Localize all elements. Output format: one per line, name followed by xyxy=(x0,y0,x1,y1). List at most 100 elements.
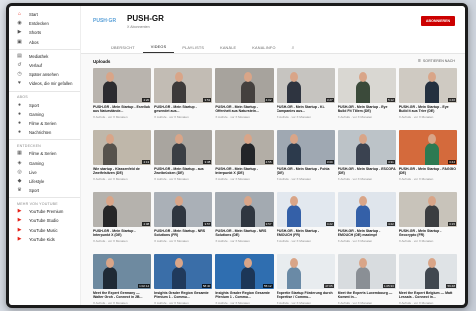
video-card[interactable]: 3:38 PUSH-GR - Mein Startup - aus Zweibrü… xyxy=(154,130,213,190)
video-card[interactable]: 3:44 PUSH-GR - Mein Startup - FAGGIO (DE)… xyxy=(398,130,457,190)
video-thumbnail[interactable]: 3:44 xyxy=(398,130,457,165)
video-card[interactable]: 58:40 Insights Grader Region Gesamte Plen… xyxy=(154,254,213,305)
sidebar-explore-lifestyle[interactable]: ◆ Lifestyle xyxy=(9,177,80,186)
sidebar-more-youtube-kids[interactable]: ▶ YouTube Kids xyxy=(9,235,80,244)
video-thumbnail[interactable]: 47:05 xyxy=(276,254,335,289)
sidebar-explore-sport[interactable]: ♛ Sport xyxy=(9,186,80,195)
video-thumbnail[interactable]: 1:05:33 xyxy=(337,254,396,289)
sidebar-explore-gaming[interactable]: ◈ Gaming xyxy=(9,158,80,167)
video-thumbnail[interactable]: 4:55 xyxy=(215,130,274,165)
search-icon[interactable]: ⌕ xyxy=(284,45,303,53)
video-thumbnail[interactable]: 3:51 xyxy=(154,68,213,103)
sidebar-sub-sport[interactable]: ● Sport xyxy=(9,101,80,110)
video-title[interactable]: PUSH-GR - Mein Startup - NRS Solutions (… xyxy=(154,229,212,238)
video-title[interactable]: PUSH-GR - Mein Startup - Interpunkt X (D… xyxy=(93,229,151,238)
video-thumbnail[interactable]: 4:08 xyxy=(93,192,152,227)
sidebar-sub-gaming[interactable]: ● Gaming xyxy=(9,110,80,119)
video-title[interactable]: PUSH-GR - Mein Startup - Offenheit aus N… xyxy=(215,105,273,114)
video-card[interactable]: 4:22 PUSH-GR - Mein Startup - EMOUCH (DE)… xyxy=(337,192,396,252)
video-card[interactable]: 55:12 Insights Grader Region Gesamte Plen… xyxy=(215,254,274,305)
sidebar-item-shorts[interactable]: ▶ Shorts xyxy=(9,28,80,37)
tab-videos[interactable]: VIDEOS xyxy=(142,45,175,53)
video-card[interactable]: 47:05 Expertie Startup Förderung durch Ex… xyxy=(276,254,335,305)
video-thumbnail[interactable]: 55:12 xyxy=(215,254,274,289)
tab-playlists[interactable]: PLAYLISTS xyxy=(174,46,212,53)
video-thumbnail[interactable]: 4:20 xyxy=(93,68,152,103)
video-title[interactable]: Meet the Expert Belgium — Matt Lessais -… xyxy=(399,291,457,300)
video-card[interactable]: 5:12 PUSH-GR - Mein Startup - Eye Build F… xyxy=(337,68,396,128)
video-title[interactable]: PUSH-GR - Mein Startup - EMOUCH (DE) max… xyxy=(338,229,396,238)
video-card[interactable]: 59:48 Meet the Expert Belgium — Matt Less… xyxy=(398,254,457,305)
tab--bersicht[interactable]: ÜBERSICHT xyxy=(103,46,143,53)
video-card[interactable]: 4:08 PUSH-GR - Mein Startup - Interpunkt … xyxy=(93,192,152,252)
video-title[interactable]: PUSH-GR - Mein Startup - aus Zweibrücken… xyxy=(154,167,212,176)
video-title[interactable]: Expertie Startup Förderung durch Experti… xyxy=(277,291,335,300)
sidebar-item-sp-ter-ansehen[interactable]: ◷ Später ansehen xyxy=(9,70,80,79)
video-thumbnail[interactable]: 4:22 xyxy=(337,192,396,227)
video-title[interactable]: PUSH-GR - Mein Startup - gesendet aus... xyxy=(154,105,212,114)
video-thumbnail[interactable]: 4:13 xyxy=(93,130,152,165)
video-card[interactable]: 4:55 PUSH-GR - Mein Startup - Interpunkt … xyxy=(215,130,274,190)
sidebar-item-abos[interactable]: ▣ Abos xyxy=(9,38,80,47)
tab-kan-le[interactable]: KANÄLE xyxy=(212,46,244,53)
subscribe-button[interactable]: ABONNIEREN xyxy=(421,16,455,26)
video-thumbnail[interactable]: 4:31 xyxy=(337,130,396,165)
sidebar-item-verlauf[interactable]: ↺ Verlauf xyxy=(9,61,80,70)
video-thumbnail[interactable]: 3:57 xyxy=(215,192,274,227)
video-card[interactable]: 3:51 PUSH-GR - Mein Startup - gesendet au… xyxy=(154,68,213,128)
video-title[interactable]: PUSH-GR - Mein Startup - Erzeliuk aus Na… xyxy=(93,105,151,114)
video-card[interactable]: 3:57 PUSH-GR - Mein Startup - NRS Solutio… xyxy=(215,192,274,252)
sidebar-item-mediathek[interactable]: ▤ Mediathek xyxy=(9,52,80,61)
video-thumbnail[interactable]: 4:46 xyxy=(398,68,457,103)
video-thumbnail[interactable]: 3:38 xyxy=(154,130,213,165)
sidebar-more-youtube-music[interactable]: ▶ YouTube Music xyxy=(9,226,80,235)
video-card[interactable]: 4:22 PUSH-GR - Mein Startup - EMOUCH (FR)… xyxy=(276,192,335,252)
video-card[interactable]: 4:13 Wie startup - Klassenfeld de Zweifel… xyxy=(93,130,152,190)
video-thumbnail[interactable]: 3:57 xyxy=(154,192,213,227)
video-card[interactable]: 3:09 PUSH-GR - Mein Startup - Fohla (DE) X… xyxy=(276,130,335,190)
video-title[interactable]: PUSH-GR - Mein Startup - Fohla (DE) xyxy=(277,167,335,176)
sidebar-explore-live[interactable]: ◎ Live xyxy=(9,168,80,177)
video-title[interactable]: PUSH-GR - Mein Startup - NRS Solutions (… xyxy=(215,229,273,238)
video-thumbnail[interactable]: 58:40 xyxy=(154,254,213,289)
video-card[interactable]: 4:20 PUSH-GR - Mein Startup - Erzeliuk au… xyxy=(93,68,152,128)
video-thumbnail[interactable]: 3:09 xyxy=(276,130,335,165)
video-card[interactable]: 1:02:14 Meet the Expert Germany — Walter … xyxy=(93,254,152,305)
video-card[interactable]: 4:31 PUSH-GR - Mein Startup - ESCOFA (DE)… xyxy=(337,130,396,190)
video-thumbnail[interactable]: 1:02:14 xyxy=(93,254,152,289)
video-thumbnail[interactable]: 4:22 xyxy=(276,192,335,227)
video-title[interactable]: Meet the Experts Luxembourg — Kommt in..… xyxy=(338,291,396,300)
sidebar-item-videos-die-mir-gefallen[interactable]: ♥ Videos, die mir gefallen xyxy=(9,79,80,88)
video-title[interactable]: Insights Grader Region Gesamte Plenium 1… xyxy=(154,291,212,300)
video-thumbnail[interactable]: 4:02 xyxy=(215,68,274,103)
video-thumbnail[interactable]: 3:27 xyxy=(276,68,335,103)
video-title[interactable]: PUSH-GR - Mein Startup - FAGGIO (DE) xyxy=(399,167,457,176)
sidebar-sub-filme-serien[interactable]: ● Filme & Serien xyxy=(9,119,80,128)
video-title[interactable]: PUSH-GR - Mein Startup - Eye Build it au… xyxy=(399,105,457,114)
video-title[interactable]: Insights Grader Region Gesamte Plenium 1… xyxy=(215,291,273,300)
video-title[interactable]: PUSH-GR - Mein Startup - Geocrypto (FR) xyxy=(399,229,457,238)
video-title[interactable]: PUSH-GR - Mein Startup - EMOUCH (FR) xyxy=(277,229,335,238)
sidebar-explore-filme-serien[interactable]: ▦ Filme & Serien xyxy=(9,149,80,158)
video-card[interactable]: 4:02 PUSH-GR - Mein Startup - Offenheit a… xyxy=(215,68,274,128)
sidebar-item-start[interactable]: ⌂ Start xyxy=(9,10,80,19)
video-card[interactable]: 1:05:33 Meet the Experts Luxembourg — Kom… xyxy=(337,254,396,305)
video-card[interactable]: 3:27 PUSH-GR - Mein Startup - Ki-Campanie… xyxy=(276,68,335,128)
sidebar-item-entdecken[interactable]: ◉ Entdecken xyxy=(9,19,80,28)
tab-kanalinfo[interactable]: KANALINFO xyxy=(244,46,283,53)
video-thumbnail[interactable]: 3:15 xyxy=(398,192,457,227)
video-title[interactable]: PUSH-GR - Mein Startup - Interpunkt X (D… xyxy=(215,167,273,176)
video-card[interactable]: 3:15 PUSH-GR - Mein Startup - Geocrypto (… xyxy=(398,192,457,252)
video-title[interactable]: PUSH-GR - Mein Startup - ESCOFA (DE) xyxy=(338,167,396,176)
sort-button[interactable]: ≡ SORTIEREN NACH xyxy=(418,58,455,64)
video-thumbnail[interactable]: 59:48 xyxy=(398,254,457,289)
sidebar-more-youtube-studio[interactable]: ▶ YouTube Studio xyxy=(9,216,80,225)
video-title[interactable]: Meet the Expert Germany — Walter Groh - … xyxy=(93,291,151,300)
video-thumbnail[interactable]: 5:12 xyxy=(337,68,396,103)
channel-logo[interactable]: PUSH·GR xyxy=(93,18,116,24)
video-card[interactable]: 3:57 PUSH-GR - Mein Startup - NRS Solutio… xyxy=(154,192,213,252)
video-title[interactable]: PUSH-GR - Mein Startup - Eye Build Fit T… xyxy=(338,105,396,114)
video-title[interactable]: Wie startup - Klassenfeld de Zweifelsitz… xyxy=(93,167,151,176)
sidebar-sub-nachrichten[interactable]: ● Nachrichten xyxy=(9,128,80,137)
video-title[interactable]: PUSH-GR - Mein Startup - Ki-Campanies au… xyxy=(277,105,335,114)
